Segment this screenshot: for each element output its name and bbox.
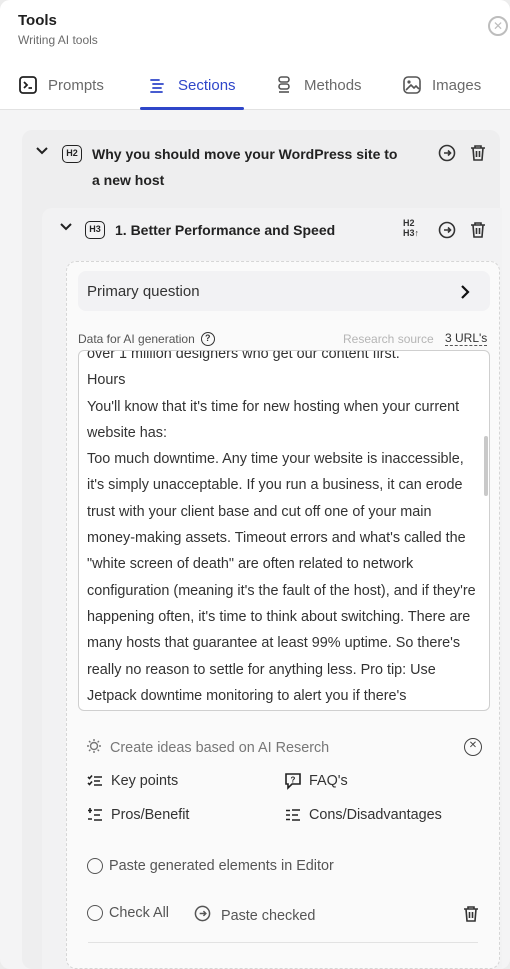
check-all-label: Check All (109, 905, 169, 921)
data-for-ai-label: Data for AI generation (78, 332, 195, 346)
h2-badge: H2 (62, 145, 82, 163)
methods-stack-icon (274, 75, 294, 95)
research-source-label: Research source (343, 332, 434, 346)
tools-panel: Tools Writing AI tools ✕ Prompts Section… (0, 0, 510, 969)
panel-title: Tools (18, 12, 57, 29)
check-all-option[interactable]: Check All (87, 905, 169, 921)
chevron-right-icon (460, 279, 470, 304)
image-icon (402, 75, 422, 95)
paste-checked-label: Paste checked (221, 907, 316, 924)
ideas-title: Create ideas based on AI Reserch (110, 740, 330, 756)
ideas-panel: Create ideas based on AI Reserch ✕ Key p… (78, 728, 490, 840)
data-for-ai-label-row: Data for AI generation ? (78, 332, 215, 346)
h2-delete-icon[interactable] (468, 143, 488, 163)
tab-images[interactable]: Images (402, 62, 481, 108)
idea-cons[interactable]: Cons/Disadvantages (284, 806, 442, 824)
paste-editor-radio[interactable] (87, 858, 103, 874)
check-all-radio[interactable] (87, 905, 103, 921)
paste-editor-option[interactable]: Paste generated elements in Editor (87, 858, 334, 874)
h2-title[interactable]: Why you should move your WordPress site … (92, 141, 402, 193)
convert-heading-bottom: H3↑ (403, 228, 420, 238)
pros-icon (86, 806, 104, 824)
idea-key-points[interactable]: Key points (86, 772, 178, 790)
key-points-icon (86, 772, 104, 790)
prompt-terminal-icon (18, 75, 38, 95)
h2-collapse-chevron-icon[interactable] (36, 144, 48, 159)
primary-question-row[interactable]: Primary question (78, 271, 490, 311)
tab-prompts[interactable]: Prompts (18, 62, 104, 108)
primary-question-label: Primary question (87, 283, 200, 300)
tab-sections[interactable]: Sections (140, 62, 244, 110)
paste-checked-button[interactable]: Paste checked (194, 905, 315, 926)
idea-faqs-label: FAQ's (309, 773, 348, 789)
tab-sections-label: Sections (178, 76, 236, 94)
idea-key-points-label: Key points (111, 773, 179, 789)
h2-export-icon[interactable] (437, 143, 457, 163)
h3-badge: H3 (85, 221, 105, 239)
ai-data-text: over 1 million designers who get our con… (87, 350, 476, 704)
svg-text:?: ? (291, 776, 296, 785)
idea-pros-label: Pros/Benefit (111, 807, 190, 823)
delete-checked-icon[interactable] (461, 904, 481, 924)
tab-methods[interactable]: Methods (274, 62, 362, 108)
tab-methods-label: Methods (304, 76, 362, 94)
idea-faqs[interactable]: ? FAQ's (284, 772, 348, 790)
textarea-scrollbar[interactable] (484, 436, 488, 496)
panel-subtitle: Writing AI tools (18, 33, 98, 47)
research-source-link[interactable]: 3 URL's (445, 331, 488, 346)
ideas-title-row: Create ideas based on AI Reserch (86, 738, 329, 758)
close-icon[interactable]: ✕ (488, 16, 508, 36)
tab-prompts-label: Prompts (48, 76, 104, 94)
cons-icon (284, 806, 302, 824)
faq-icon: ? (284, 772, 302, 790)
help-icon[interactable]: ? (200, 332, 215, 346)
ai-data-textarea[interactable]: over 1 million designers who get our con… (78, 350, 490, 711)
tabs-bar: Prompts Sections Methods Images (0, 62, 510, 110)
h3-title[interactable]: 1. Better Performance and Speed (115, 222, 335, 238)
paste-checked-icon (194, 905, 211, 926)
idea-pros[interactable]: Pros/Benefit (86, 806, 189, 824)
sections-list-icon (148, 75, 168, 95)
h3-delete-icon[interactable] (468, 220, 488, 240)
paste-editor-label: Paste generated elements in Editor (109, 858, 334, 874)
h3-collapse-chevron-icon[interactable] (60, 220, 72, 235)
convert-heading-icon[interactable]: H2 H3↑ (403, 218, 419, 238)
header: Tools Writing AI tools ✕ Prompts Section… (0, 0, 510, 110)
h3-export-icon[interactable] (437, 220, 457, 240)
lightbulb-icon (86, 738, 102, 758)
divider (88, 942, 478, 943)
ideas-close-icon[interactable]: ✕ (464, 738, 482, 756)
tab-images-label: Images (432, 76, 482, 94)
convert-heading-top: H2 (403, 218, 415, 228)
idea-cons-label: Cons/Disadvantages (309, 807, 442, 823)
